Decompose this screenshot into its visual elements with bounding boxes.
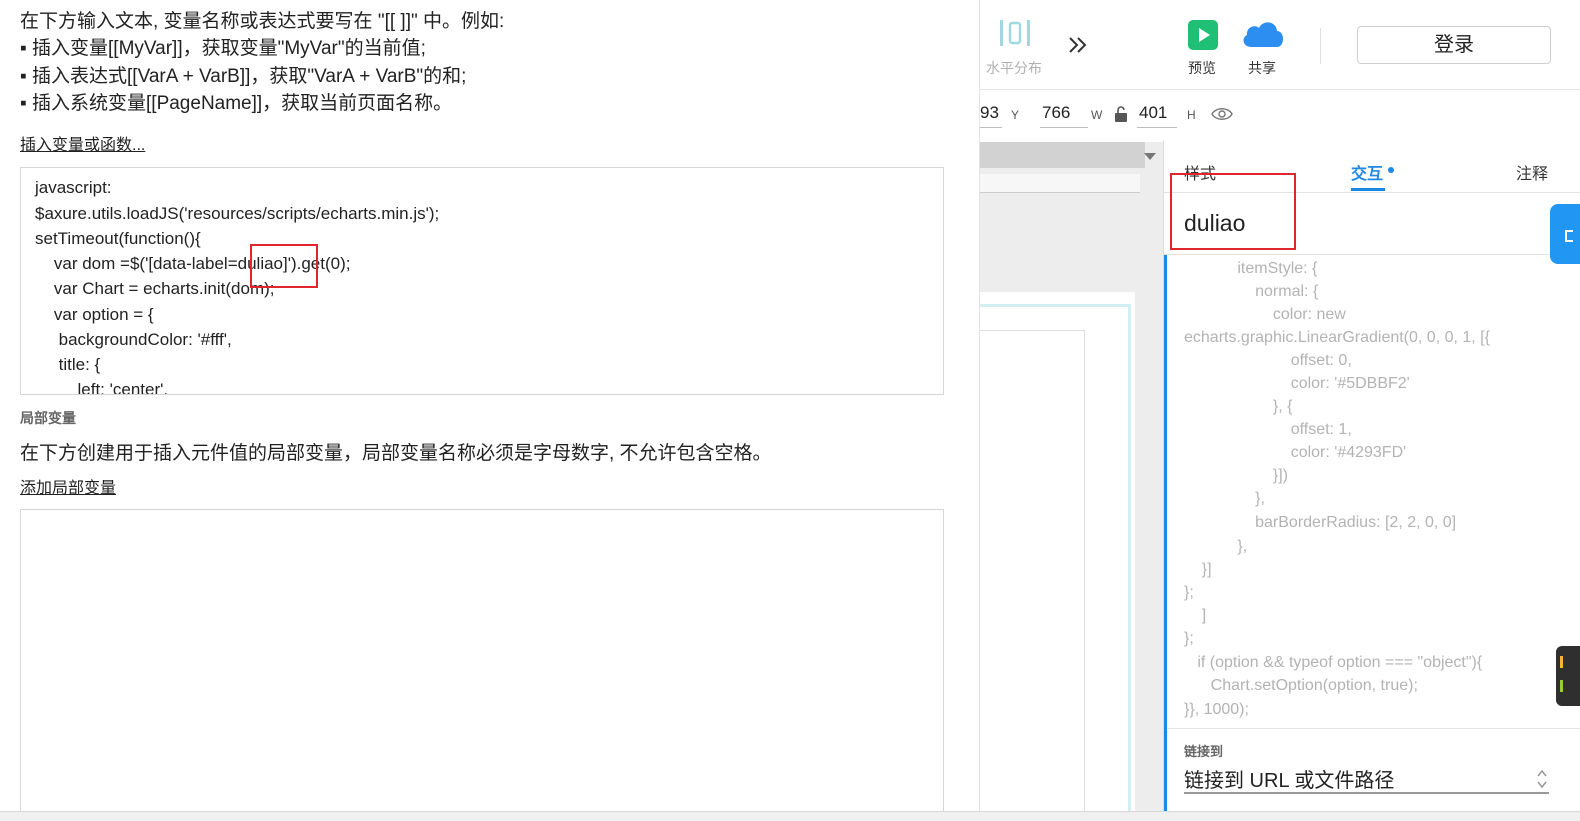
side-tab-dark[interactable] bbox=[1556, 646, 1580, 706]
intro-line-2: ▪ 插入变量[[MyVar]]，获取变量"MyVar"的当前值; bbox=[20, 38, 426, 59]
tab-interactions[interactable]: 交互 bbox=[1351, 160, 1383, 184]
y-label: Y bbox=[1011, 108, 1020, 122]
y-input[interactable]: 766 bbox=[1042, 103, 1070, 123]
code-line: backgroundColor: '#fff', bbox=[35, 330, 232, 349]
login-button[interactable]: 登录 bbox=[1357, 26, 1551, 64]
x-value-partial[interactable]: 93 bbox=[980, 103, 999, 123]
toolbar-separator bbox=[980, 89, 1580, 90]
code-line: itemStyle: { bbox=[1184, 260, 1318, 277]
local-variables-list[interactable] bbox=[20, 509, 944, 821]
code-line: left: 'center', bbox=[35, 380, 169, 395]
code-line: offset: 0, bbox=[1184, 352, 1352, 369]
highlight-box-code bbox=[250, 244, 318, 288]
side-tab-blue[interactable] bbox=[1550, 204, 1580, 264]
y-underline bbox=[1040, 127, 1088, 128]
code-line: offset: 1, bbox=[1184, 421, 1352, 438]
select-arrows-icon[interactable] bbox=[1536, 768, 1548, 790]
intro-line-4: ▪ 插入系统变量[[PageName]]，获取当前页面名称。 bbox=[20, 93, 453, 114]
code-line: }; bbox=[1184, 630, 1194, 647]
code-line: title: { bbox=[35, 355, 101, 374]
toolbar-divider bbox=[1320, 28, 1321, 64]
canvas-header bbox=[980, 142, 1145, 168]
code-line: javascript: bbox=[35, 178, 112, 197]
w-label: W bbox=[1091, 108, 1103, 122]
eye-icon[interactable] bbox=[1211, 106, 1233, 122]
link-separator bbox=[1167, 728, 1580, 729]
x-underline bbox=[980, 127, 1002, 128]
tab-notes[interactable]: 注释 bbox=[1516, 160, 1548, 184]
code-line: color: '#4293FD' bbox=[1184, 444, 1407, 461]
canvas-ruler bbox=[980, 174, 1140, 193]
lock-icon[interactable] bbox=[1114, 106, 1128, 122]
code-line: var option = { bbox=[35, 305, 154, 324]
code-line: echarts.graphic.LinearGradient(0, 0, 0, … bbox=[1184, 329, 1490, 346]
interaction-code-preview[interactable]: itemStyle: { normal: { color: new echart… bbox=[1164, 258, 1580, 728]
code-line: }] bbox=[1184, 561, 1212, 578]
design-canvas[interactable] bbox=[980, 142, 1163, 821]
axure-editor: 水平分布 预览 共享 登录 93 Y 766 W 401 H 样式 交互 注释 … bbox=[979, 0, 1580, 821]
side-tab-marker bbox=[1560, 680, 1563, 692]
highlight-box-name bbox=[1170, 173, 1296, 250]
code-line: }, { bbox=[1184, 398, 1293, 415]
preview-label[interactable]: 预览 bbox=[1188, 58, 1216, 78]
code-line: }]) bbox=[1184, 467, 1289, 484]
code-line: barBorderRadius: [2, 2, 0, 0] bbox=[1184, 514, 1457, 531]
code-line: }; bbox=[1184, 584, 1194, 601]
insert-variable-link[interactable]: 插入变量或函数... bbox=[20, 131, 145, 155]
link-url-input[interactable]: 链接到 URL 或文件路径 bbox=[1184, 764, 1394, 793]
active-tab-indicator bbox=[1351, 188, 1385, 191]
local-vars-description: 在下方创建用于插入元件值的局部变量，局部变量名称必须是字母数字, 不允许包含空格… bbox=[20, 443, 772, 464]
inner-widget-outline bbox=[980, 330, 1085, 821]
intro-line-1: 在下方输入文本, 变量名称或表达式要写在 "[[ ]]" 中。例如: bbox=[20, 11, 505, 32]
name-separator bbox=[1164, 254, 1580, 255]
share-cloud-icon[interactable] bbox=[1240, 18, 1286, 50]
link-underline bbox=[1184, 792, 1549, 794]
side-tab-marker bbox=[1560, 656, 1563, 668]
w-underline bbox=[1137, 127, 1177, 128]
inspector-panel: 样式 交互 注释 duliao itemStyle: { normal: { c… bbox=[1163, 140, 1580, 812]
code-line: }, bbox=[1184, 490, 1265, 507]
code-line: var Chart = echarts.init(dom); bbox=[35, 279, 275, 298]
local-vars-title: 局部变量 bbox=[20, 410, 76, 426]
share-label[interactable]: 共享 bbox=[1248, 58, 1276, 78]
code-line: color: '#5DBBF2' bbox=[1184, 375, 1410, 392]
intro-line-3: ▪ 插入表达式[[VarA + VarB]]，获取"VarA + VarB"的和… bbox=[20, 66, 467, 87]
code-line: color: new bbox=[1184, 306, 1346, 323]
code-line: ] bbox=[1184, 607, 1207, 624]
distribute-label: 水平分布 bbox=[986, 60, 1042, 76]
side-tab-icon bbox=[1565, 230, 1573, 242]
add-local-variable-link[interactable]: 添加局部变量 bbox=[20, 474, 116, 498]
code-line: Chart.setOption(option, true); bbox=[1184, 677, 1418, 694]
distribute-horizontal-icon[interactable] bbox=[998, 18, 1032, 48]
code-line: }, bbox=[1184, 538, 1248, 555]
preview-play-icon[interactable] bbox=[1188, 20, 1218, 50]
double-chevron-right-icon[interactable] bbox=[1067, 35, 1089, 55]
text-dialog: 在下方输入文本, 变量名称或表达式要写在 "[[ ]]" 中。例如: ▪ 插入变… bbox=[0, 0, 980, 821]
active-dot bbox=[1388, 167, 1394, 173]
code-textarea[interactable]: javascript: $axure.utils.loadJS('resourc… bbox=[20, 167, 944, 395]
code-line: }}, 1000); bbox=[1184, 701, 1249, 718]
code-line: $axure.utils.loadJS('resources/scripts/e… bbox=[35, 204, 440, 223]
code-line: normal: { bbox=[1184, 283, 1319, 300]
canvas-page bbox=[980, 292, 1135, 821]
w-input[interactable]: 401 bbox=[1139, 103, 1167, 123]
code-line: setTimeout(function(){ bbox=[35, 229, 201, 248]
code-line: if (option && typeof option === "object"… bbox=[1184, 654, 1483, 671]
link-to-label: 链接到 bbox=[1184, 744, 1224, 759]
caret-down-icon[interactable] bbox=[1144, 153, 1156, 160]
h-label: H bbox=[1187, 108, 1196, 122]
